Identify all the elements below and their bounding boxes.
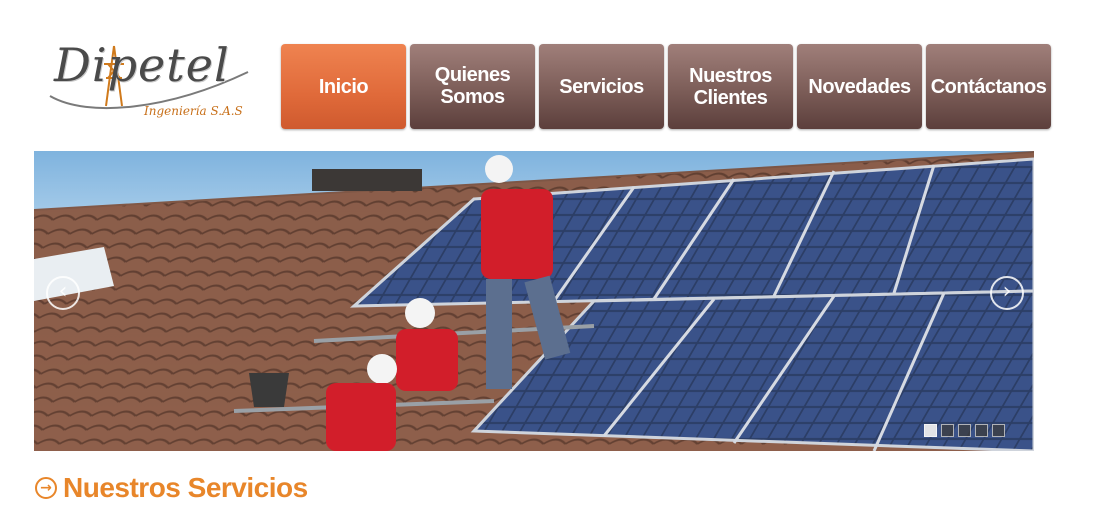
slider-pagination (924, 424, 1005, 437)
slider-next-button[interactable]: › (990, 276, 1024, 310)
hero-slider[interactable] (34, 151, 1034, 451)
slide-image (34, 151, 1034, 451)
slider-dot[interactable] (992, 424, 1005, 437)
section-heading: → Nuestros Servicios (35, 472, 308, 504)
chevron-right-icon: › (1002, 279, 1012, 304)
main-nav: Inicio Quienes Somos Servicios Nuestros … (281, 44, 1051, 129)
nav-item-servicios[interactable]: Servicios (539, 44, 664, 129)
slider-dot[interactable] (924, 424, 937, 437)
nav-item-quienes-somos[interactable]: Quienes Somos (410, 44, 535, 129)
logo-subtitle: Ingeniería S.A.S (144, 104, 243, 118)
nav-item-nuestros-clientes[interactable]: Nuestros Clientes (668, 44, 793, 129)
nav-item-contactanos[interactable]: Contáctanos (926, 44, 1051, 129)
chevron-left-icon: ‹ (58, 279, 68, 304)
circle-arrow-right-icon: → (35, 477, 57, 499)
nav-item-novedades[interactable]: Novedades (797, 44, 922, 129)
slider-dot[interactable] (941, 424, 954, 437)
slider-prev-button[interactable]: ‹ (46, 276, 80, 310)
slider-dot[interactable] (958, 424, 971, 437)
slider-dot[interactable] (975, 424, 988, 437)
section-title: Nuestros Servicios (63, 472, 308, 503)
nav-item-inicio[interactable]: Inicio (281, 44, 406, 129)
logo-name: Dipetel (54, 38, 230, 92)
site-logo[interactable]: Dipetel Ingeniería S.A.S (48, 38, 258, 130)
